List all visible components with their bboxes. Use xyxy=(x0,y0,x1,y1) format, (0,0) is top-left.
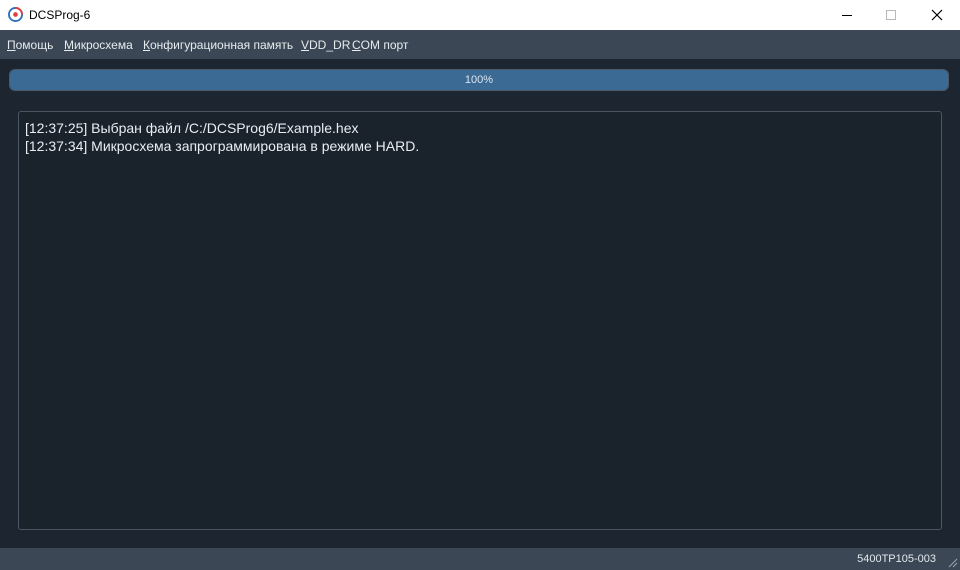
progress-label: 100% xyxy=(464,74,494,86)
menu-com-port[interactable]: COM порт xyxy=(352,38,408,52)
log-output[interactable]: [12:37:25] Выбран файл /C:/DCSProg6/Exam… xyxy=(18,111,942,530)
minimize-icon xyxy=(842,15,852,16)
menu-bar: Помощь Микросхема Конфигурационная памят… xyxy=(0,30,960,59)
log-line: [12:37:34] Микросхема запрограммирована … xyxy=(25,138,420,154)
maximize-icon xyxy=(886,10,896,20)
window-title: DCSProg-6 xyxy=(29,8,91,22)
status-bar: 5400ТР105-003 xyxy=(0,548,960,570)
close-icon xyxy=(931,9,943,21)
log-line: [12:37:25] Выбран файл /C:/DCSProg6/Exam… xyxy=(25,120,359,136)
menu-help[interactable]: Помощь xyxy=(7,38,53,52)
title-bar: DCSProg-6 xyxy=(0,0,960,30)
menu-config-memory[interactable]: Конфигурационная память xyxy=(143,38,293,52)
close-button[interactable] xyxy=(914,0,960,30)
resize-grip-icon[interactable] xyxy=(946,556,958,568)
minimize-button[interactable] xyxy=(824,0,870,30)
progress-bar: 100% xyxy=(9,69,949,91)
maximize-button[interactable] xyxy=(868,0,914,30)
status-chip-name: 5400ТР105-003 xyxy=(857,553,936,565)
menu-chip[interactable]: Микросхема xyxy=(64,38,133,52)
app-logo-icon xyxy=(8,7,23,22)
menu-vdd-dr[interactable]: VDD_DR xyxy=(301,38,350,52)
